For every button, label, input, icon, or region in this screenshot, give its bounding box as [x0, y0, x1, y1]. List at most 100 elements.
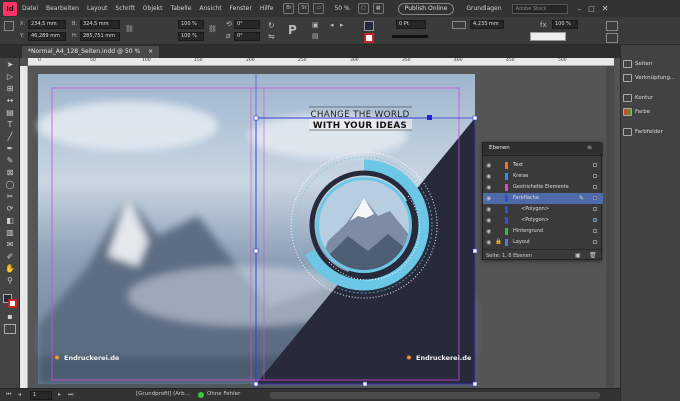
- line-tool-icon[interactable]: ╱: [4, 132, 16, 142]
- horizontal-ruler[interactable]: 0 50 100 150 200 250 300 350 400 450 500: [28, 58, 614, 66]
- scale-y-field[interactable]: 100 %: [178, 32, 204, 41]
- corner-shape-icon[interactable]: [452, 21, 466, 29]
- brand-logo-right[interactable]: Endruckerei.de: [416, 354, 472, 362]
- document-tab[interactable]: *Normal_A4_128_Seiten.indd @ 50 % ×: [22, 46, 160, 58]
- stroke-type-preview[interactable]: [392, 35, 428, 38]
- eye-icon[interactable]: ◉: [486, 237, 491, 248]
- layer-row[interactable]: ◉ Gestrichelte Elemente: [483, 182, 603, 193]
- page-number-field[interactable]: 1: [30, 391, 52, 400]
- view-options-icon[interactable]: ▭: [313, 3, 325, 14]
- lock-icon[interactable]: 🔒: [495, 237, 502, 248]
- gap-tool-icon[interactable]: ↔: [4, 96, 16, 106]
- layer-row[interactable]: ◉ Text: [483, 160, 603, 171]
- menu-datei[interactable]: Datei: [22, 5, 38, 12]
- scissors-tool-icon[interactable]: ✂: [4, 192, 16, 202]
- vertical-ruler[interactable]: [20, 66, 28, 388]
- target-icon[interactable]: [593, 229, 597, 233]
- adjust-icon[interactable]: [606, 33, 618, 43]
- close-window-icon[interactable]: ✕: [602, 4, 609, 13]
- publish-online-button[interactable]: Publish Online: [397, 2, 455, 15]
- type-tool-icon[interactable]: T: [4, 120, 16, 130]
- select-content-icon[interactable]: ▤: [312, 32, 319, 40]
- constrain-link-icon[interactable]: ⛓: [125, 25, 134, 33]
- layer-row[interactable]: ◉ <Polygon>: [483, 204, 603, 215]
- maximize-icon[interactable]: □: [588, 5, 595, 13]
- eye-icon[interactable]: ◉: [486, 215, 491, 226]
- preflight-status[interactable]: Ohne Fehler: [207, 391, 240, 397]
- stroke-color-icon[interactable]: [8, 299, 17, 308]
- paragraph-icon[interactable]: P: [288, 23, 297, 37]
- selection-handle[interactable]: [253, 115, 259, 121]
- workspace-switcher[interactable]: Grundlagen: [466, 5, 501, 12]
- rotate-field[interactable]: 0°: [234, 20, 260, 29]
- height-field[interactable]: 285,751 mm: [80, 32, 120, 41]
- target-icon[interactable]: [593, 218, 597, 222]
- scale-x-field[interactable]: 100 %: [178, 20, 204, 29]
- layer-row[interactable]: ◉ Kreise: [483, 171, 603, 182]
- direct-selection-tool-icon[interactable]: ▷: [4, 72, 16, 82]
- apply-color-icon[interactable]: ▪: [4, 312, 16, 322]
- ellipse-tool-icon[interactable]: ◯: [4, 180, 16, 190]
- rectangle-frame-tool-icon[interactable]: ⊠: [4, 168, 16, 178]
- headline-line-1[interactable]: CHANGE THE WORLD: [310, 110, 409, 120]
- layers-tab[interactable]: Ebenen: [489, 145, 510, 151]
- stroke-weight-field[interactable]: 0 Pt: [396, 20, 426, 29]
- selection-handle[interactable]: [472, 381, 478, 387]
- last-page-icon[interactable]: ⏭: [68, 391, 73, 399]
- menu-fenster[interactable]: Fenster: [230, 5, 252, 12]
- target-icon[interactable]: [593, 163, 597, 167]
- flip-icon[interactable]: ⇋: [268, 32, 275, 41]
- panel-links[interactable]: Verknüpfung...: [621, 71, 680, 85]
- screen-mode-normal-icon[interactable]: [4, 324, 16, 334]
- note-tool-icon[interactable]: ✉: [4, 240, 16, 250]
- prev-page-icon[interactable]: ◂: [18, 391, 21, 398]
- eye-icon[interactable]: ◉: [486, 182, 491, 193]
- style-dropdown[interactable]: [530, 32, 566, 41]
- menu-bearbeiten[interactable]: Bearbeiten: [46, 5, 79, 12]
- close-tab-icon[interactable]: ×: [148, 48, 153, 55]
- pencil-tool-icon[interactable]: ✎: [4, 156, 16, 166]
- first-page-icon[interactable]: ⏮: [6, 391, 11, 399]
- panel-swatches[interactable]: Farbfelder: [621, 125, 680, 139]
- hand-tool-icon[interactable]: ✋: [4, 264, 16, 274]
- screen-mode-icon[interactable]: ▢: [357, 3, 369, 14]
- selection-tool-icon[interactable]: ➤: [4, 60, 16, 70]
- target-icon[interactable]: [593, 185, 597, 189]
- fill-swatch[interactable]: [364, 21, 374, 31]
- prev-object-icon[interactable]: ◂: [330, 21, 334, 29]
- shear-field[interactable]: 0°: [234, 32, 260, 41]
- eye-icon[interactable]: ◉: [486, 171, 491, 182]
- brand-logo-left[interactable]: Endruckerei.de: [64, 354, 120, 362]
- vertical-scrollbar[interactable]: [606, 66, 614, 388]
- selection-handle[interactable]: [472, 115, 478, 121]
- gradient-tool-icon[interactable]: ◧: [4, 216, 16, 226]
- zoom-tool-icon[interactable]: ⚲: [4, 276, 16, 286]
- selection-handle[interactable]: [427, 115, 432, 120]
- target-icon[interactable]: [593, 240, 597, 244]
- menu-objekt[interactable]: Objekt: [143, 5, 163, 12]
- next-object-icon[interactable]: ▸: [340, 21, 344, 29]
- zoom-level[interactable]: 50 %: [334, 5, 349, 12]
- stock-search-input[interactable]: Adobe Stock: [511, 3, 568, 14]
- eye-icon[interactable]: ◉: [486, 160, 491, 171]
- new-layer-icon[interactable]: ▣: [575, 252, 581, 259]
- eye-icon[interactable]: ◉: [486, 226, 491, 237]
- target-icon[interactable]: [593, 207, 597, 211]
- layer-row[interactable]: ◉ 🔒 Layout: [483, 237, 603, 248]
- content-collector-icon[interactable]: ▤: [4, 108, 16, 118]
- width-field[interactable]: 324,5 mm: [80, 20, 120, 29]
- opacity-field[interactable]: 100 %: [552, 20, 578, 29]
- eyedropper-tool-icon[interactable]: ✐: [4, 252, 16, 262]
- select-container-icon[interactable]: ▣: [312, 21, 319, 29]
- selection-handle[interactable]: [362, 381, 368, 387]
- reference-point-icon[interactable]: [4, 21, 14, 31]
- panel-stroke[interactable]: Kontur: [621, 91, 680, 105]
- menu-ansicht[interactable]: Ansicht: [199, 5, 221, 12]
- layer-row[interactable]: ◉ <Polygon>: [483, 215, 603, 226]
- arrange-icon[interactable]: ▦: [372, 3, 384, 14]
- effects-icon[interactable]: fx: [540, 21, 547, 29]
- target-icon[interactable]: [593, 174, 597, 178]
- gradient-feather-tool-icon[interactable]: ▥: [4, 228, 16, 238]
- layers-panel-header[interactable]: Ebenen ≡: [483, 143, 603, 156]
- bridge-icon[interactable]: Br: [283, 3, 295, 14]
